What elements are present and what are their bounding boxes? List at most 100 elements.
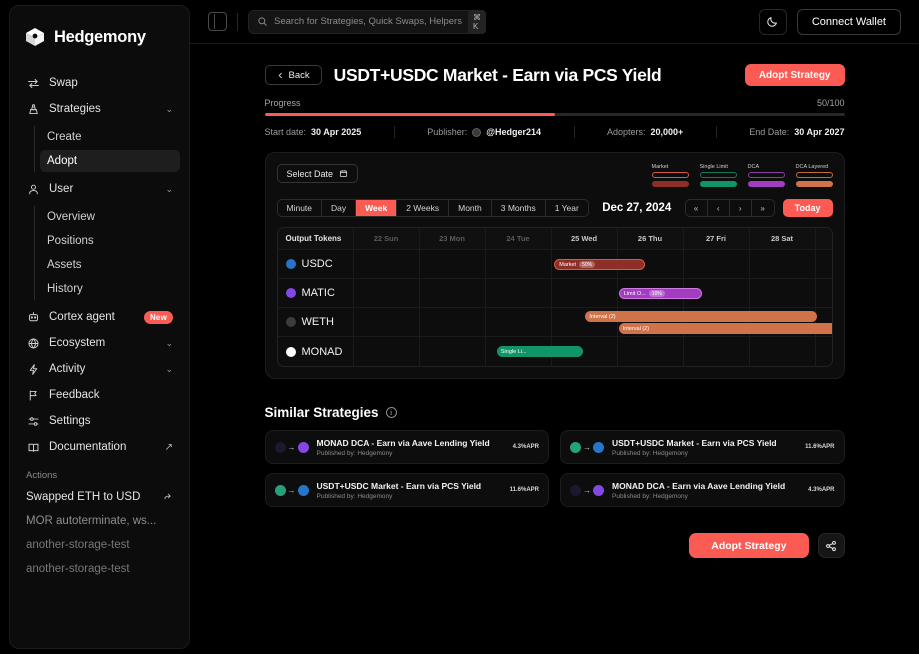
- range-option-minute[interactable]: Minute: [278, 200, 323, 216]
- meta-label: Start date:: [264, 127, 307, 137]
- back-button[interactable]: Back: [264, 65, 322, 85]
- today-label: Today: [794, 203, 821, 213]
- strategies-icon: [26, 102, 40, 116]
- panel-toggle-icon[interactable]: [208, 12, 227, 31]
- chevron-down-icon: ⌄: [165, 363, 173, 374]
- sidebar-subitem-label: History: [47, 283, 83, 295]
- strategy-card-publisher: Published by: Hedgemony: [612, 449, 688, 457]
- timeline-event-percent: 10%: [648, 290, 665, 297]
- search-input[interactable]: Search for Strategies, Quick Swaps, Help…: [248, 9, 486, 34]
- range-selector[interactable]: Minute Day Week 2 Weeks Month 3 Months 1 Year: [276, 199, 589, 217]
- timeline-lane: Limit O... 10%: [354, 279, 832, 307]
- action-item-mor-autoterminate[interactable]: MOR autoterminate, ws...: [19, 509, 180, 533]
- range-option-week[interactable]: Week: [356, 200, 398, 216]
- connect-wallet-label: Connect Wallet: [811, 15, 886, 28]
- progress-value: 50/100: [816, 98, 845, 108]
- settings-icon: [26, 414, 40, 428]
- action-item-another-storage-test-2[interactable]: another-storage-test: [19, 557, 180, 581]
- token-icon: [285, 346, 296, 357]
- app-root: Hedgemony Swap Strategies ⌄ Create Adopt…: [0, 0, 919, 654]
- legend-swatch-outline: [651, 172, 689, 178]
- sidebar-item-activity[interactable]: Activity ⌄: [19, 356, 180, 382]
- range-option-1-year[interactable]: 1 Year: [546, 200, 588, 216]
- action-item-label: MOR autoterminate, ws...: [26, 515, 157, 527]
- timeline-event-pill[interactable]: Interval (2): [618, 323, 832, 334]
- strategy-card[interactable]: → MONAD DCA - Earn via Aave Lending Yield…: [560, 473, 845, 507]
- adopt-strategy-label: Adopt Strategy: [758, 69, 831, 81]
- sidebar-item-create[interactable]: Create: [40, 126, 180, 148]
- timeline-cell: [816, 279, 832, 307]
- adopt-strategy-button-bottom[interactable]: Adopt Strategy: [689, 533, 809, 558]
- status-badge-new: New: [143, 310, 173, 324]
- sidebar-item-overview[interactable]: Overview: [40, 206, 180, 228]
- pager-first-button[interactable]: «: [686, 200, 708, 216]
- adopt-strategy-button-top[interactable]: Adopt Strategy: [744, 64, 845, 86]
- timeline-event-pill[interactable]: Interval (2): [585, 311, 818, 322]
- timeline-pager[interactable]: «‹ ›»: [684, 199, 775, 217]
- action-item-swapped-eth-to-usd[interactable]: Swapped ETH to USD: [19, 485, 180, 509]
- sidebar-item-cortex-agent[interactable]: Cortex agent New: [19, 304, 180, 330]
- timeline-cell: [420, 337, 486, 366]
- sidebar-item-label: Documentation: [49, 441, 127, 453]
- sidebar-item-positions[interactable]: Positions: [40, 230, 180, 252]
- chevron-down-icon: ⌄: [165, 337, 173, 348]
- info-icon[interactable]: i: [385, 407, 397, 418]
- sidebar-item-feedback[interactable]: Feedback: [19, 382, 180, 408]
- flag-icon: [26, 388, 40, 402]
- range-option-2-weeks[interactable]: 2 Weeks: [397, 200, 450, 216]
- timeline-event-label: Interval (2): [622, 325, 650, 332]
- pager-last-button[interactable]: »: [752, 200, 774, 216]
- moon-icon: [766, 15, 779, 28]
- sidebar-item-documentation[interactable]: Documentation ↗: [19, 434, 180, 460]
- robot-icon: [26, 310, 40, 324]
- timeline-event-pill[interactable]: Limit O... 10%: [618, 288, 703, 299]
- sidebar-item-settings[interactable]: Settings: [19, 408, 180, 434]
- sidebar-subitem-label: Adopt: [47, 155, 78, 167]
- sidebar-item-ecosystem[interactable]: Ecosystem ⌄: [19, 330, 180, 356]
- timeline-event-pill[interactable]: Market 50%: [554, 259, 646, 270]
- timeline-legend: Market Single Limit DCA DCA Layered: [651, 164, 833, 189]
- chevron-down-icon: ⌄: [165, 183, 173, 194]
- timeline-lane: Interval (2) Interval (2): [354, 308, 832, 336]
- pager-prev-button[interactable]: ‹: [708, 200, 730, 216]
- footer-actions: Adopt Strategy: [265, 533, 845, 558]
- sidebar-item-history[interactable]: History: [40, 278, 180, 300]
- today-button[interactable]: Today: [782, 199, 833, 217]
- sidebar-subitem-label: Create: [47, 131, 82, 143]
- strategy-card-title: USDT+USDC Market - Earn via PCS Yield: [316, 480, 482, 491]
- token-pair-icon: →: [570, 484, 604, 496]
- timeline-event-pill[interactable]: Single Li...: [496, 346, 583, 357]
- strategy-card[interactable]: → USDT+USDC Market - Earn via PCS Yield Pu…: [560, 430, 845, 464]
- connect-wallet-button[interactable]: Connect Wallet: [796, 8, 901, 35]
- token-pair-icon: →: [274, 484, 309, 496]
- range-option-day[interactable]: Day: [322, 200, 357, 216]
- meta-label: Publisher:: [427, 127, 468, 137]
- sidebar-item-swap[interactable]: Swap: [19, 70, 180, 96]
- sidebar-subitem-label: Assets: [47, 259, 82, 271]
- sidebar-item-adopt[interactable]: Adopt: [40, 150, 180, 172]
- meta-value: 20,000+: [650, 127, 684, 137]
- legend-swatch-fill: [795, 180, 833, 187]
- brand[interactable]: Hedgemony: [10, 20, 189, 50]
- timeline-cell: [420, 279, 486, 307]
- action-item-another-storage-test-1[interactable]: another-storage-test: [19, 533, 180, 557]
- strategy-card[interactable]: → MONAD DCA - Earn via Aave Lending Yield…: [264, 430, 549, 464]
- timeline-cell: [552, 279, 618, 307]
- timeline-row: USDC Market 50%: [277, 250, 832, 279]
- theme-toggle-button[interactable]: [758, 8, 787, 35]
- select-date-button[interactable]: Select Date: [276, 164, 359, 183]
- timeline-cell: [816, 250, 832, 278]
- search-placeholder-text: Search for Strategies, Quick Swaps, Help…: [274, 16, 462, 27]
- sidebar-item-label: Activity: [49, 363, 86, 375]
- legend-swatch-fill: [651, 180, 689, 187]
- legend-swatch-fill: [747, 180, 785, 187]
- strategy-card[interactable]: → USDT+USDC Market - Earn via PCS Yield Pu…: [264, 473, 549, 507]
- sidebar-item-strategies[interactable]: Strategies ⌄: [19, 96, 180, 122]
- range-option-3-months[interactable]: 3 Months: [492, 200, 546, 216]
- sidebar-item-assets[interactable]: Assets: [40, 254, 180, 276]
- meta-end-date: End Date: 30 Apr 2027: [749, 127, 844, 137]
- share-button[interactable]: [817, 533, 845, 558]
- sidebar-item-user[interactable]: User ⌄: [19, 176, 180, 202]
- pager-next-button[interactable]: ›: [730, 200, 752, 216]
- range-option-month[interactable]: Month: [449, 200, 492, 216]
